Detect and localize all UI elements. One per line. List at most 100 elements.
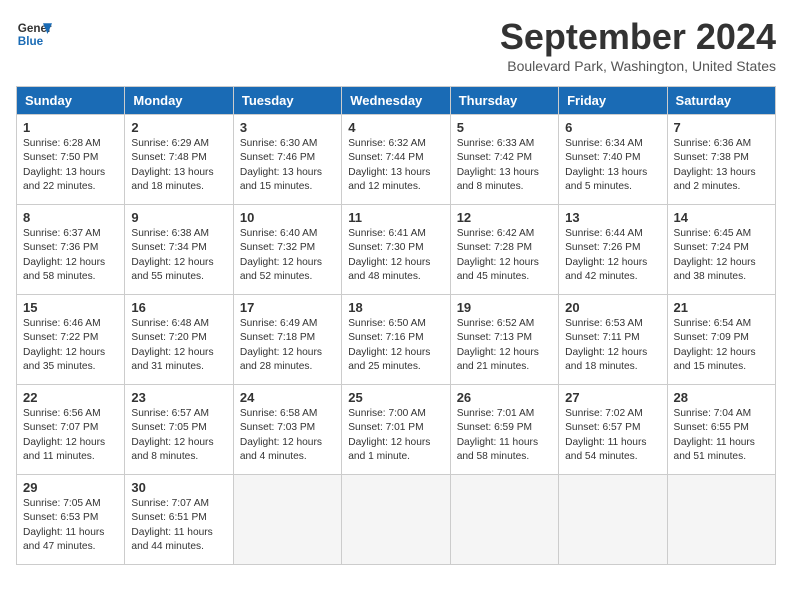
table-row: 7Sunrise: 6:36 AMSunset: 7:38 PMDaylight… (667, 115, 775, 205)
table-row: 5Sunrise: 6:33 AMSunset: 7:42 PMDaylight… (450, 115, 558, 205)
cell-line: Sunrise: 6:41 AM (348, 228, 426, 239)
calendar-week-4: 22Sunrise: 6:56 AMSunset: 7:07 PMDayligh… (17, 385, 776, 475)
cell-line: Sunset: 6:57 PM (565, 422, 640, 433)
cell-line: Sunrise: 6:46 AM (23, 318, 101, 329)
cell-line: Sunrise: 6:30 AM (240, 138, 318, 149)
cell-line: Daylight: 12 hours (348, 437, 430, 448)
svg-text:Blue: Blue (18, 35, 44, 48)
col-header-saturday: Saturday (667, 87, 775, 115)
cell-line: Sunset: 7:16 PM (348, 332, 423, 343)
day-number: 13 (565, 210, 660, 225)
cell-line: and 22 minutes. (23, 181, 96, 192)
cell-line: Daylight: 12 hours (457, 347, 539, 358)
cell-line: and 1 minute. (348, 451, 410, 462)
cell-line: and 45 minutes. (457, 271, 530, 282)
cell-line: Daylight: 12 hours (240, 347, 322, 358)
cell-line: and 47 minutes. (23, 541, 96, 552)
cell-line: Sunset: 7:40 PM (565, 152, 640, 163)
day-number: 30 (131, 480, 226, 495)
cell-line: Daylight: 13 hours (240, 167, 322, 178)
cell-line: Sunrise: 7:00 AM (348, 408, 426, 419)
cell-line: Sunset: 7:20 PM (131, 332, 206, 343)
table-row: 11Sunrise: 6:41 AMSunset: 7:30 PMDayligh… (342, 205, 450, 295)
col-header-thursday: Thursday (450, 87, 558, 115)
cell-line: Sunset: 7:18 PM (240, 332, 315, 343)
cell-line: Daylight: 12 hours (240, 257, 322, 268)
calendar-week-3: 15Sunrise: 6:46 AMSunset: 7:22 PMDayligh… (17, 295, 776, 385)
cell-line: and 12 minutes. (348, 181, 421, 192)
cell-line: and 4 minutes. (240, 451, 307, 462)
table-row: 17Sunrise: 6:49 AMSunset: 7:18 PMDayligh… (233, 295, 341, 385)
cell-line: Sunrise: 7:04 AM (674, 408, 752, 419)
cell-line: Daylight: 12 hours (131, 437, 213, 448)
calendar-table: Sunday Monday Tuesday Wednesday Thursday… (16, 86, 776, 565)
cell-line: Sunrise: 6:53 AM (565, 318, 643, 329)
cell-line: Sunrise: 6:36 AM (674, 138, 752, 149)
cell-line: Daylight: 11 hours (674, 437, 755, 448)
table-row (342, 475, 450, 565)
day-number: 8 (23, 210, 118, 225)
cell-line: Sunset: 7:09 PM (674, 332, 749, 343)
cell-line: Daylight: 12 hours (23, 257, 105, 268)
cell-line: and 31 minutes. (131, 361, 204, 372)
cell-line: Sunset: 7:48 PM (131, 152, 206, 163)
cell-line: and 35 minutes. (23, 361, 96, 372)
cell-line: and 44 minutes. (131, 541, 204, 552)
cell-line: Daylight: 11 hours (457, 437, 538, 448)
cell-line: and 5 minutes. (565, 181, 632, 192)
table-row: 12Sunrise: 6:42 AMSunset: 7:28 PMDayligh… (450, 205, 558, 295)
table-row (233, 475, 341, 565)
cell-line: Daylight: 12 hours (565, 347, 647, 358)
cell-line: Sunset: 6:53 PM (23, 512, 98, 523)
cell-line: Daylight: 12 hours (131, 257, 213, 268)
cell-line: Sunset: 6:59 PM (457, 422, 532, 433)
cell-line: Sunset: 7:42 PM (457, 152, 532, 163)
calendar-week-5: 29Sunrise: 7:05 AMSunset: 6:53 PMDayligh… (17, 475, 776, 565)
cell-line: Sunset: 7:03 PM (240, 422, 315, 433)
cell-line: Sunrise: 6:52 AM (457, 318, 535, 329)
cell-line: Sunrise: 6:28 AM (23, 138, 101, 149)
cell-line: and 15 minutes. (240, 181, 313, 192)
cell-line: Daylight: 13 hours (23, 167, 105, 178)
cell-line: Sunset: 6:51 PM (131, 512, 206, 523)
table-row: 15Sunrise: 6:46 AMSunset: 7:22 PMDayligh… (17, 295, 125, 385)
day-number: 12 (457, 210, 552, 225)
cell-line: and 54 minutes. (565, 451, 638, 462)
cell-line: Sunset: 7:46 PM (240, 152, 315, 163)
table-row: 22Sunrise: 6:56 AMSunset: 7:07 PMDayligh… (17, 385, 125, 475)
day-number: 16 (131, 300, 226, 315)
cell-line: Sunset: 7:36 PM (23, 242, 98, 253)
cell-line: Sunrise: 6:56 AM (23, 408, 101, 419)
table-row: 8Sunrise: 6:37 AMSunset: 7:36 PMDaylight… (17, 205, 125, 295)
cell-line: Daylight: 12 hours (131, 347, 213, 358)
table-row: 19Sunrise: 6:52 AMSunset: 7:13 PMDayligh… (450, 295, 558, 385)
table-row: 1Sunrise: 6:28 AMSunset: 7:50 PMDaylight… (17, 115, 125, 205)
cell-line: and 42 minutes. (565, 271, 638, 282)
day-number: 11 (348, 210, 443, 225)
day-number: 24 (240, 390, 335, 405)
cell-line: Sunrise: 6:58 AM (240, 408, 318, 419)
cell-line: and 28 minutes. (240, 361, 313, 372)
cell-line: Sunset: 7:30 PM (348, 242, 423, 253)
day-number: 4 (348, 120, 443, 135)
cell-line: and 38 minutes. (674, 271, 747, 282)
cell-line: Sunrise: 6:42 AM (457, 228, 535, 239)
cell-line: Sunset: 7:24 PM (674, 242, 749, 253)
table-row: 6Sunrise: 6:34 AMSunset: 7:40 PMDaylight… (559, 115, 667, 205)
cell-line: Sunrise: 6:54 AM (674, 318, 752, 329)
cell-line: and 58 minutes. (23, 271, 96, 282)
table-row: 29Sunrise: 7:05 AMSunset: 6:53 PMDayligh… (17, 475, 125, 565)
cell-line: Daylight: 12 hours (23, 437, 105, 448)
cell-line: Sunset: 7:26 PM (565, 242, 640, 253)
day-number: 25 (348, 390, 443, 405)
cell-line: Daylight: 13 hours (457, 167, 539, 178)
cell-line: and 21 minutes. (457, 361, 530, 372)
day-number: 7 (674, 120, 769, 135)
page-header: General Blue September 2024 Boulevard Pa… (16, 16, 776, 74)
table-row: 26Sunrise: 7:01 AMSunset: 6:59 PMDayligh… (450, 385, 558, 475)
table-row: 27Sunrise: 7:02 AMSunset: 6:57 PMDayligh… (559, 385, 667, 475)
day-number: 22 (23, 390, 118, 405)
col-header-sunday: Sunday (17, 87, 125, 115)
cell-line: Sunrise: 6:50 AM (348, 318, 426, 329)
col-header-friday: Friday (559, 87, 667, 115)
